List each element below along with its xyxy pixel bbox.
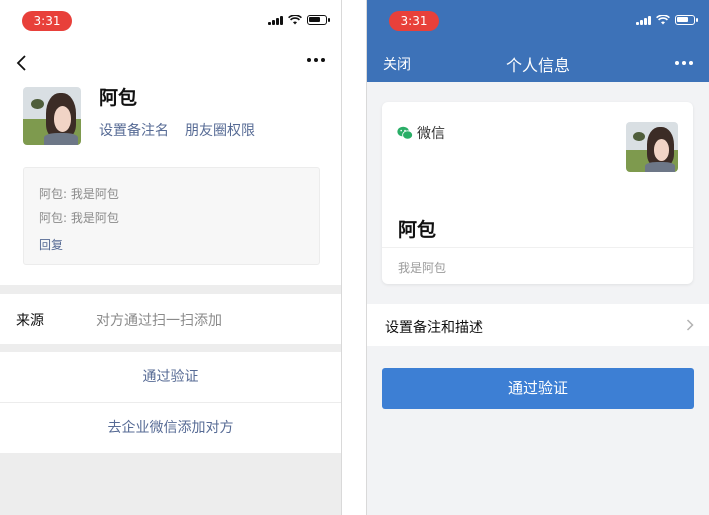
system-icons	[636, 15, 698, 25]
wechat-label: 微信	[417, 126, 445, 142]
signal-icon	[268, 15, 283, 25]
message-line: 阿包: 我是阿包	[39, 211, 119, 225]
system-icons	[268, 15, 330, 25]
source-value: 对方通过扫一扫添加	[96, 313, 222, 329]
page-title: 个人信息	[505, 56, 570, 75]
wechat-icon	[397, 126, 413, 140]
message-line: 阿包: 我是阿包	[39, 187, 119, 201]
wechat-friend-request-screen: 3:31 阿包 设置备注名 朋友圈权限 阿包: 我是阿包 阿包: 我是阿包 回复…	[0, 0, 342, 515]
more-icon[interactable]	[307, 58, 325, 62]
reply-link[interactable]: 回复	[39, 236, 63, 253]
contact-name: 阿包	[99, 87, 138, 109]
more-icon[interactable]	[675, 61, 693, 65]
profile-links: 设置备注名 朋友圈权限	[99, 120, 255, 140]
profile-card: 微信 阿包 我是阿包	[382, 102, 693, 284]
avatar[interactable]	[626, 122, 678, 172]
verification-messages: 阿包: 我是阿包 阿包: 我是阿包 回复	[23, 167, 320, 265]
approve-button[interactable]: 通过验证	[0, 352, 341, 402]
signal-icon	[636, 15, 651, 25]
divider	[382, 247, 693, 248]
set-remark-link[interactable]: 设置备注名	[99, 120, 169, 140]
status-time: 3:31	[22, 11, 72, 31]
avatar[interactable]	[23, 87, 81, 145]
chevron-right-icon	[686, 319, 694, 331]
status-time: 3:31	[389, 11, 439, 31]
source-row: 来源 对方通过扫一扫添加	[0, 294, 341, 344]
wifi-icon	[288, 15, 302, 25]
action-list: 通过验证 去企业微信添加对方	[0, 352, 341, 453]
battery-icon	[675, 15, 698, 25]
moments-permission-link[interactable]: 朋友圈权限	[185, 120, 255, 140]
set-remark-row[interactable]: 设置备注和描述	[367, 304, 709, 346]
add-via-wecom-button[interactable]: 去企业微信添加对方	[0, 403, 341, 453]
contact-name: 阿包	[398, 219, 437, 241]
back-icon[interactable]	[15, 55, 29, 71]
battery-icon	[307, 15, 330, 25]
status-bar: 3:31	[0, 0, 341, 40]
approve-button[interactable]: 通过验证	[382, 368, 694, 409]
greeting-text: 我是阿包	[398, 261, 447, 275]
wechat-badge: 微信	[397, 123, 445, 143]
wecom-profile-screen: 3:31 关闭 个人信息 微信 阿包 我是阿包 设置备注和描述 通过验证	[366, 0, 709, 515]
wifi-icon	[656, 15, 670, 25]
status-bar: 3:31	[367, 0, 709, 40]
source-label: 来源	[16, 313, 44, 329]
set-remark-label: 设置备注和描述	[385, 320, 483, 336]
